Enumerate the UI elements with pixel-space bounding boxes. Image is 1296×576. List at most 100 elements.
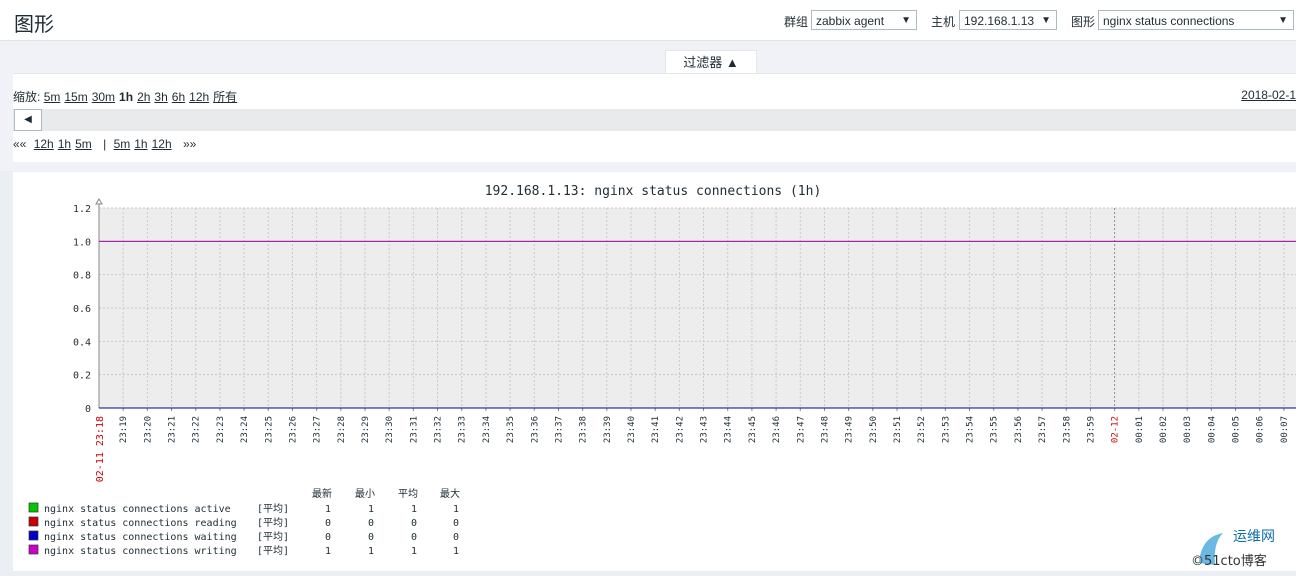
- x-tick-label: 23:27: [313, 416, 323, 443]
- zoom-option-1[interactable]: 15m: [64, 90, 87, 104]
- period-end-date[interactable]: 2018-02-1: [1241, 88, 1296, 102]
- x-tick-label: 23:34: [482, 416, 492, 443]
- x-tick-label: 23:59: [1086, 416, 1096, 443]
- legend-value-avg: 1: [411, 504, 417, 515]
- x-tick-label: 23:56: [1014, 416, 1024, 443]
- legend-value-min: 0: [368, 532, 374, 543]
- nav-forward-2[interactable]: 12h: [152, 137, 172, 151]
- x-tick-label: 23:28: [337, 416, 347, 443]
- x-tick-label: 23:36: [530, 416, 540, 443]
- x-tick-label: 23:58: [1062, 416, 1072, 443]
- page-header: 图形 群组 zabbix agent ▼ 主机 192.168.1.13 ▼ 图…: [0, 0, 1296, 41]
- host-label: 主机: [931, 15, 956, 29]
- zoom-option-7[interactable]: 12h: [189, 90, 209, 104]
- legend-value-min: 1: [368, 504, 374, 515]
- y-tick-label: 0.2: [73, 371, 91, 382]
- nav-forward-1[interactable]: 1h: [134, 137, 147, 151]
- y-tick-label: 1.0: [73, 237, 91, 248]
- x-tick-label: 23:48: [820, 416, 830, 443]
- y-tick-label: 0.6: [73, 304, 91, 315]
- group-select[interactable]: zabbix agent ▼: [811, 10, 917, 30]
- x-tick-label: 00:01: [1135, 416, 1145, 443]
- chevron-down-icon: ▼: [901, 15, 911, 26]
- legend-swatch: [28, 544, 39, 555]
- x-tick-label: 00:07: [1280, 416, 1290, 443]
- legend-func: [平均]: [257, 503, 289, 515]
- x-tick-label: 23:42: [675, 416, 685, 443]
- x-tick-label: 23:43: [700, 416, 710, 443]
- x-tick-label: 23:47: [796, 416, 806, 443]
- nav-forward-icon: »»: [182, 137, 197, 151]
- nav-back-1[interactable]: 1h: [58, 137, 71, 151]
- filter-toggle-tab[interactable]: 过滤器 ▲: [665, 50, 757, 74]
- x-tick-label: 23:37: [554, 416, 564, 443]
- zoom-option-4[interactable]: 2h: [137, 90, 150, 104]
- x-tick-label: 23:55: [990, 416, 1000, 443]
- y-tick-label: 0: [85, 404, 91, 415]
- graph-select-value: nginx status connections: [1103, 14, 1235, 28]
- watermark-logo: 运维网 ©51cto博客: [1191, 529, 1275, 569]
- zoom-option-5[interactable]: 3h: [154, 90, 167, 104]
- legend-series-name: nginx status connections writing: [44, 546, 237, 557]
- x-tick-label: 23:38: [579, 416, 589, 443]
- legend-header-2: 平均: [398, 488, 418, 500]
- triangle-left-icon: ◀: [24, 114, 32, 125]
- host-select[interactable]: 192.168.1.13 ▼: [959, 10, 1057, 30]
- x-tick-label: 23:54: [966, 416, 976, 443]
- legend-value-max: 0: [453, 532, 459, 543]
- graph-select[interactable]: nginx status connections ▼: [1098, 10, 1294, 30]
- host-select-value: 192.168.1.13: [964, 14, 1035, 28]
- x-tick-label: 00:05: [1232, 416, 1242, 443]
- watermark: 运维网 ©51cto博客: [1185, 523, 1296, 571]
- x-tick-label: 23:40: [627, 416, 637, 443]
- legend-value-avg: 0: [411, 532, 417, 543]
- zoom-option-0[interactable]: 5m: [44, 90, 61, 104]
- filter-panel: 缩放: 5m 15m 30m 1h 2h 3h 6h 12h 所有 2018-02-1 ◀ ««…: [13, 73, 1296, 162]
- nav-back-0[interactable]: 12h: [34, 137, 54, 151]
- legend-value-avg: 0: [411, 518, 417, 529]
- zoom-option-6[interactable]: 6h: [172, 90, 185, 104]
- chevron-down-icon: ▼: [1041, 15, 1051, 26]
- period-nav-row: «« 12h 1h 5m | 5m 1h 12h »»: [13, 137, 200, 151]
- x-tick-label: 23:46: [772, 416, 782, 443]
- scroll-left-button[interactable]: ◀: [14, 109, 42, 131]
- nav-back-2[interactable]: 5m: [75, 137, 92, 151]
- legend-swatch: [28, 502, 39, 513]
- x-tick-label: 23:30: [385, 416, 395, 443]
- zoom-row: 缩放: 5m 15m 30m 1h 2h 3h 6h 12h 所有: [13, 88, 241, 105]
- legend-value-min: 1: [368, 546, 374, 557]
- legend-header-1: 最小: [355, 488, 375, 500]
- legend-header-0: 最新: [312, 487, 332, 500]
- graph-panel: 192.168.1.13: nginx status connections (…: [13, 172, 1296, 571]
- legend-value-max: 0: [453, 518, 459, 529]
- y-axis-arrow-icon: [95, 198, 103, 205]
- x-tick-label: 23:24: [240, 416, 250, 443]
- graph-chart: 192.168.1.13: nginx status connections (…: [28, 184, 1296, 557]
- x-tick-label: 23:21: [168, 416, 178, 443]
- x-tick-label: 23:50: [869, 416, 879, 443]
- nav-forward-0[interactable]: 5m: [114, 137, 131, 151]
- x-tick-label: 23:33: [458, 416, 468, 443]
- x-tick-label: 00:04: [1207, 416, 1217, 443]
- x-tick-label: 00:02: [1159, 416, 1169, 443]
- x-tick-label: 23:41: [651, 416, 661, 443]
- legend-series-name: nginx status connections waiting: [44, 532, 237, 543]
- timeline-scrollbar[interactable]: ◀: [13, 109, 1296, 131]
- legend-value-last: 1: [325, 546, 331, 557]
- zoom-option-2[interactable]: 30m: [92, 90, 115, 104]
- legend-value-avg: 1: [411, 546, 417, 557]
- x-tick-label: 23:53: [941, 416, 951, 443]
- legend-series-name: nginx status connections reading: [44, 518, 237, 529]
- x-tick-label: 23:22: [192, 416, 202, 443]
- zoom-option-3[interactable]: 1h: [119, 90, 133, 104]
- x-tick-label: 23:23: [216, 416, 226, 443]
- nav-back-icon: ««: [13, 137, 27, 151]
- x-tick-label: 23:57: [1038, 416, 1048, 443]
- x-tick-label: 00:03: [1183, 416, 1193, 443]
- watermark-line1: 运维网: [1233, 529, 1275, 545]
- zoom-option-8[interactable]: 所有: [213, 90, 237, 104]
- x-tick-label: 23:32: [434, 416, 444, 443]
- y-tick-label: 0.8: [73, 271, 91, 282]
- legend-value-max: 1: [453, 546, 459, 557]
- nav-separator: |: [103, 137, 107, 151]
